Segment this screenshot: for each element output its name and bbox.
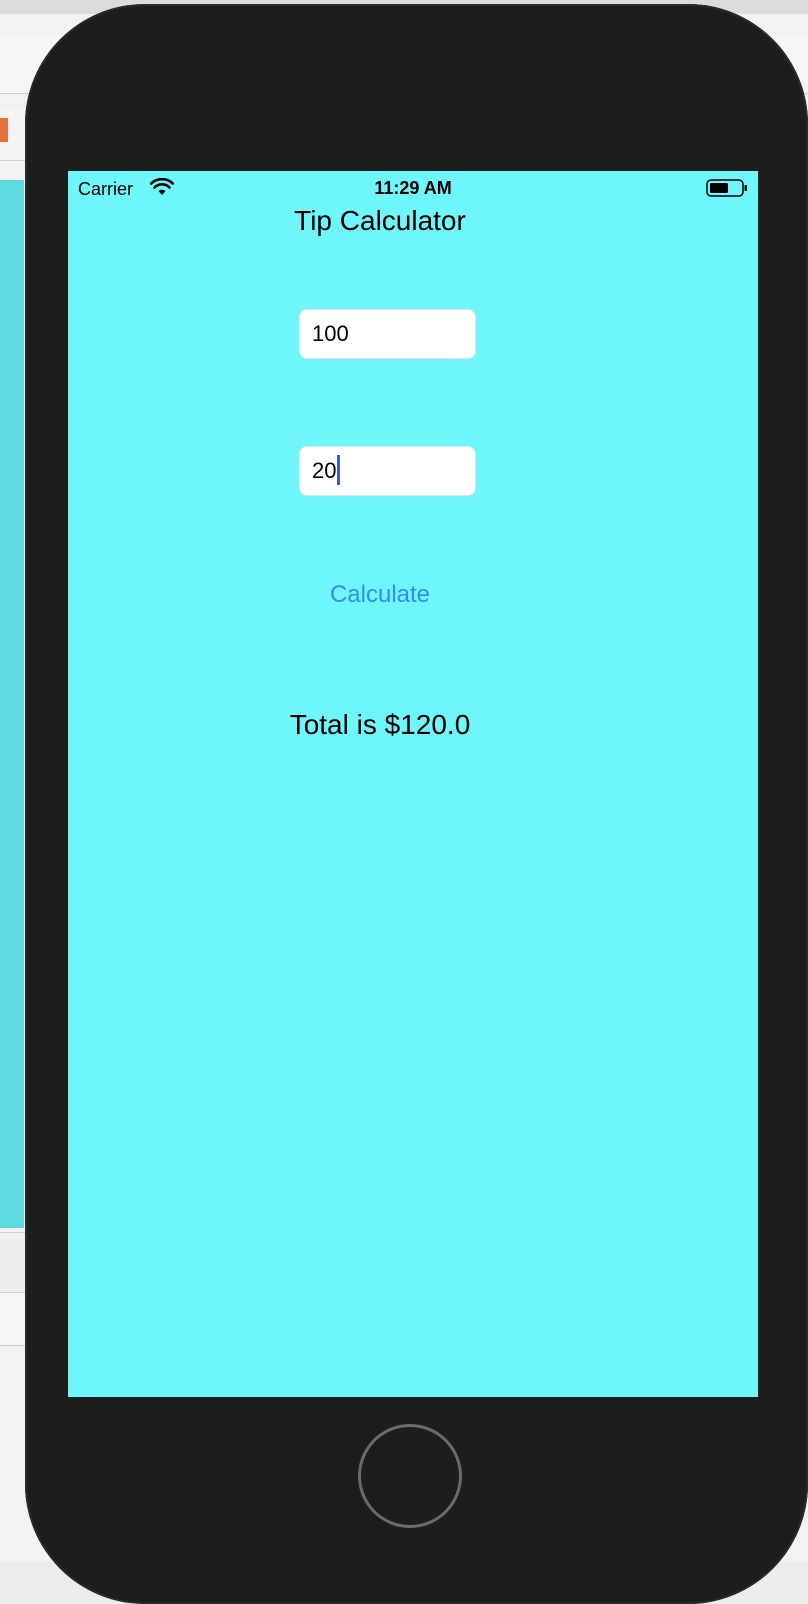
page-title: Tip Calculator — [294, 205, 466, 236]
battery-icon — [706, 179, 747, 197]
calculate-button[interactable]: Calculate — [280, 575, 480, 615]
background-orange-marker — [0, 118, 8, 142]
status-bar: Carrier 11:29 AM — [68, 171, 758, 205]
tip-percent-field[interactable]: 20 — [299, 446, 476, 496]
background-canvas-left — [0, 180, 24, 1228]
bill-amount-value: 100 — [312, 321, 349, 346]
status-time: 11:29 AM — [374, 178, 452, 198]
tip-percent-value: 20 — [312, 458, 337, 483]
total-label: Total is $120.0 — [289, 709, 471, 740]
app-screen: Carrier 11:29 AM Tip Calculator 100 20 C… — [68, 171, 758, 1397]
text-caret — [337, 455, 341, 486]
bill-amount-field[interactable]: 100 — [299, 309, 476, 359]
home-button[interactable] — [358, 1424, 462, 1528]
